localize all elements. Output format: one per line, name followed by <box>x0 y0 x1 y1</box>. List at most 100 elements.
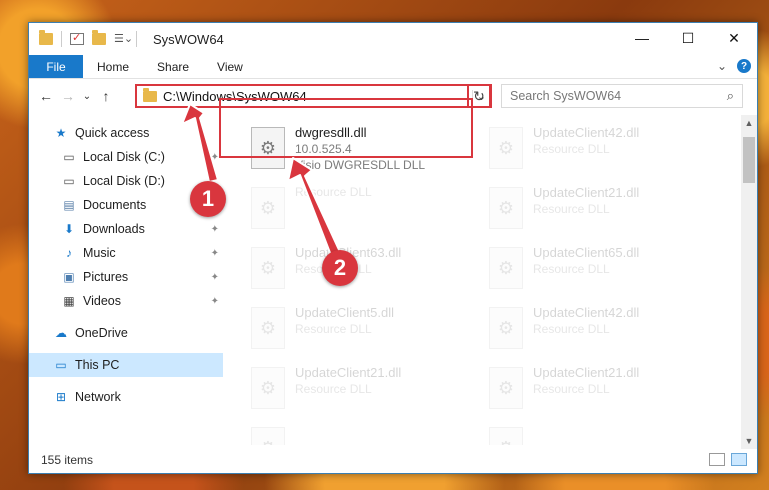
documents-icon: ▤ <box>63 198 75 212</box>
sidebar-item-pictures[interactable]: ▣ Pictures ✦ <box>29 265 223 289</box>
dll-file-icon: ⚙ <box>251 307 285 349</box>
file-explorer-window: ☰⌄ SysWOW64 — ☐ ✕ File Home Share View ⌄… <box>28 22 758 474</box>
search-icon: ⌕ <box>726 88 734 103</box>
pin-icon[interactable]: ✦ <box>211 248 219 259</box>
file-name: UpdateClient21.dll <box>295 365 402 380</box>
file-tile[interactable]: ⚙ <box>483 421 713 445</box>
drive-icon: ▭ <box>63 150 75 164</box>
sidebar-item-local-disk-c[interactable]: ▭ Local Disk (C:) ✦ <box>29 145 223 169</box>
downloads-icon: ⬇ <box>63 222 75 236</box>
sidebar-item-label: This PC <box>75 358 120 372</box>
pin-icon[interactable]: ✦ <box>211 224 219 235</box>
file-highlight-box <box>219 98 473 158</box>
customize-toolbar-icon[interactable]: ☰⌄ <box>114 33 133 45</box>
file-name: UpdateClient42.dll <box>533 305 640 320</box>
folder-icon <box>143 87 157 102</box>
view-switcher <box>709 453 747 466</box>
sidebar-item-label: Documents <box>83 198 147 212</box>
navigation-pane: ★ Quick access ▭ Local Disk (C:) ✦ ▭ Loc… <box>29 115 223 445</box>
sidebar-item-label: Music <box>83 246 116 260</box>
file-name: UpdateClient21.dll <box>533 185 640 200</box>
up-button[interactable]: ↑ <box>95 85 117 107</box>
cloud-icon: ☁ <box>55 326 67 340</box>
dll-file-icon: ⚙ <box>251 187 285 229</box>
callout-2: 2 <box>322 250 358 286</box>
tab-home[interactable]: Home <box>83 55 143 78</box>
sidebar-item-label: Network <box>75 390 121 404</box>
sidebar-item-quick-access[interactable]: ★ Quick access <box>29 121 223 145</box>
scroll-up-icon[interactable]: ▲ <box>741 115 757 131</box>
minimize-button[interactable]: — <box>619 23 665 53</box>
recent-locations-button[interactable]: ⌄ <box>79 85 95 107</box>
back-button[interactable]: ← <box>35 85 57 107</box>
computer-icon: ▭ <box>55 358 67 372</box>
new-folder-icon[interactable] <box>92 30 106 45</box>
file-tile[interactable]: ⚙ UpdateClient65.dll Resource DLL <box>483 241 713 297</box>
sidebar-item-label: OneDrive <box>75 326 128 340</box>
maximize-button[interactable]: ☐ <box>665 23 711 53</box>
dll-file-icon: ⚙ <box>489 247 523 289</box>
sidebar-item-label: Downloads <box>83 222 145 236</box>
sidebar-item-downloads[interactable]: ⬇ Downloads ✦ <box>29 217 223 241</box>
dll-file-icon: ⚙ <box>489 307 523 349</box>
window-controls: — ☐ ✕ <box>619 23 757 53</box>
sidebar-item-music[interactable]: ♪ Music ✦ <box>29 241 223 265</box>
dll-file-icon: ⚙ <box>251 247 285 289</box>
file-description: Resource DLL <box>533 262 610 276</box>
file-tile[interactable]: ⚙ UpdateClient63.dll Resource DLL <box>245 241 475 297</box>
search-input[interactable]: Search SysWOW64 ⌕ <box>501 84 743 108</box>
file-tile[interactable]: ⚙ <box>245 421 475 445</box>
file-name: UpdateClient5.dll <box>295 305 395 320</box>
file-tile[interactable]: ⚙ UpdateClient42.dll Resource DLL <box>483 121 713 177</box>
file-tile[interactable]: ⚙ UpdateClient21.dll Resource DLL <box>483 361 713 417</box>
divider <box>136 31 137 47</box>
file-tile[interactable]: ⚙ UpdateClient21.dll Resource DLL <box>245 361 475 417</box>
file-tile[interactable]: ⚙ UpdateClient42.dll Resource DLL <box>483 301 713 357</box>
callout-1: 1 <box>190 181 226 217</box>
pin-icon[interactable]: ✦ <box>211 296 219 307</box>
forward-button[interactable]: → <box>57 85 79 107</box>
file-tile[interactable]: ⚙ UpdateClient5.dll Resource DLL <box>245 301 475 357</box>
file-description: Resource DLL <box>295 322 372 336</box>
details-view-icon[interactable] <box>709 453 725 466</box>
file-tile[interactable]: ⚙ Resource DLL <box>245 181 475 237</box>
divider <box>61 31 62 47</box>
expand-ribbon-icon[interactable]: ⌄ <box>717 59 727 73</box>
file-name: UpdateClient21.dll <box>533 365 640 380</box>
dll-file-icon: ⚙ <box>489 187 523 229</box>
dll-file-icon: ⚙ <box>251 427 285 445</box>
sidebar-item-this-pc[interactable]: ▭ This PC <box>29 353 223 377</box>
file-description: Resource DLL <box>533 382 610 396</box>
scrollbar-thumb[interactable] <box>743 137 755 183</box>
pin-icon[interactable]: ✦ <box>211 152 219 163</box>
sidebar-item-label: Videos <box>83 294 121 308</box>
file-name: UpdateClient65.dll <box>533 245 640 260</box>
file-description: Resource DLL <box>533 202 610 216</box>
dll-file-icon: ⚙ <box>251 367 285 409</box>
sidebar-item-network[interactable]: ⊞ Network <box>29 385 223 409</box>
sidebar-item-videos[interactable]: ▦ Videos ✦ <box>29 289 223 313</box>
tab-file[interactable]: File <box>29 55 83 78</box>
file-description: Resource DLL <box>295 185 372 199</box>
title-bar: ☰⌄ SysWOW64 — ☐ ✕ <box>29 23 757 55</box>
drive-icon: ▭ <box>63 174 75 188</box>
network-icon: ⊞ <box>55 390 67 404</box>
sidebar-item-label: Local Disk (D:) <box>83 174 165 188</box>
properties-icon[interactable] <box>70 31 84 45</box>
tab-share[interactable]: Share <box>143 55 203 78</box>
close-button[interactable]: ✕ <box>711 23 757 53</box>
ribbon-right-controls: ⌄ ? <box>717 59 751 73</box>
dll-file-icon: ⚙ <box>489 127 523 169</box>
ribbon-tabs: File Home Share View ⌄ ? <box>29 55 757 79</box>
file-description: Visio DWGRESDLL DLL <box>295 158 426 172</box>
sidebar-item-onedrive[interactable]: ☁ OneDrive <box>29 321 223 345</box>
dll-file-icon: ⚙ <box>489 427 523 445</box>
help-icon[interactable]: ? <box>737 59 751 73</box>
vertical-scrollbar[interactable]: ▲ ▼ <box>741 115 757 449</box>
file-description: Resource DLL <box>533 322 610 336</box>
pin-icon[interactable]: ✦ <box>211 272 219 283</box>
file-tile[interactable]: ⚙ UpdateClient21.dll Resource DLL <box>483 181 713 237</box>
sidebar-item-label: Pictures <box>83 270 129 284</box>
tab-view[interactable]: View <box>203 55 257 78</box>
tiles-view-icon[interactable] <box>731 453 747 466</box>
